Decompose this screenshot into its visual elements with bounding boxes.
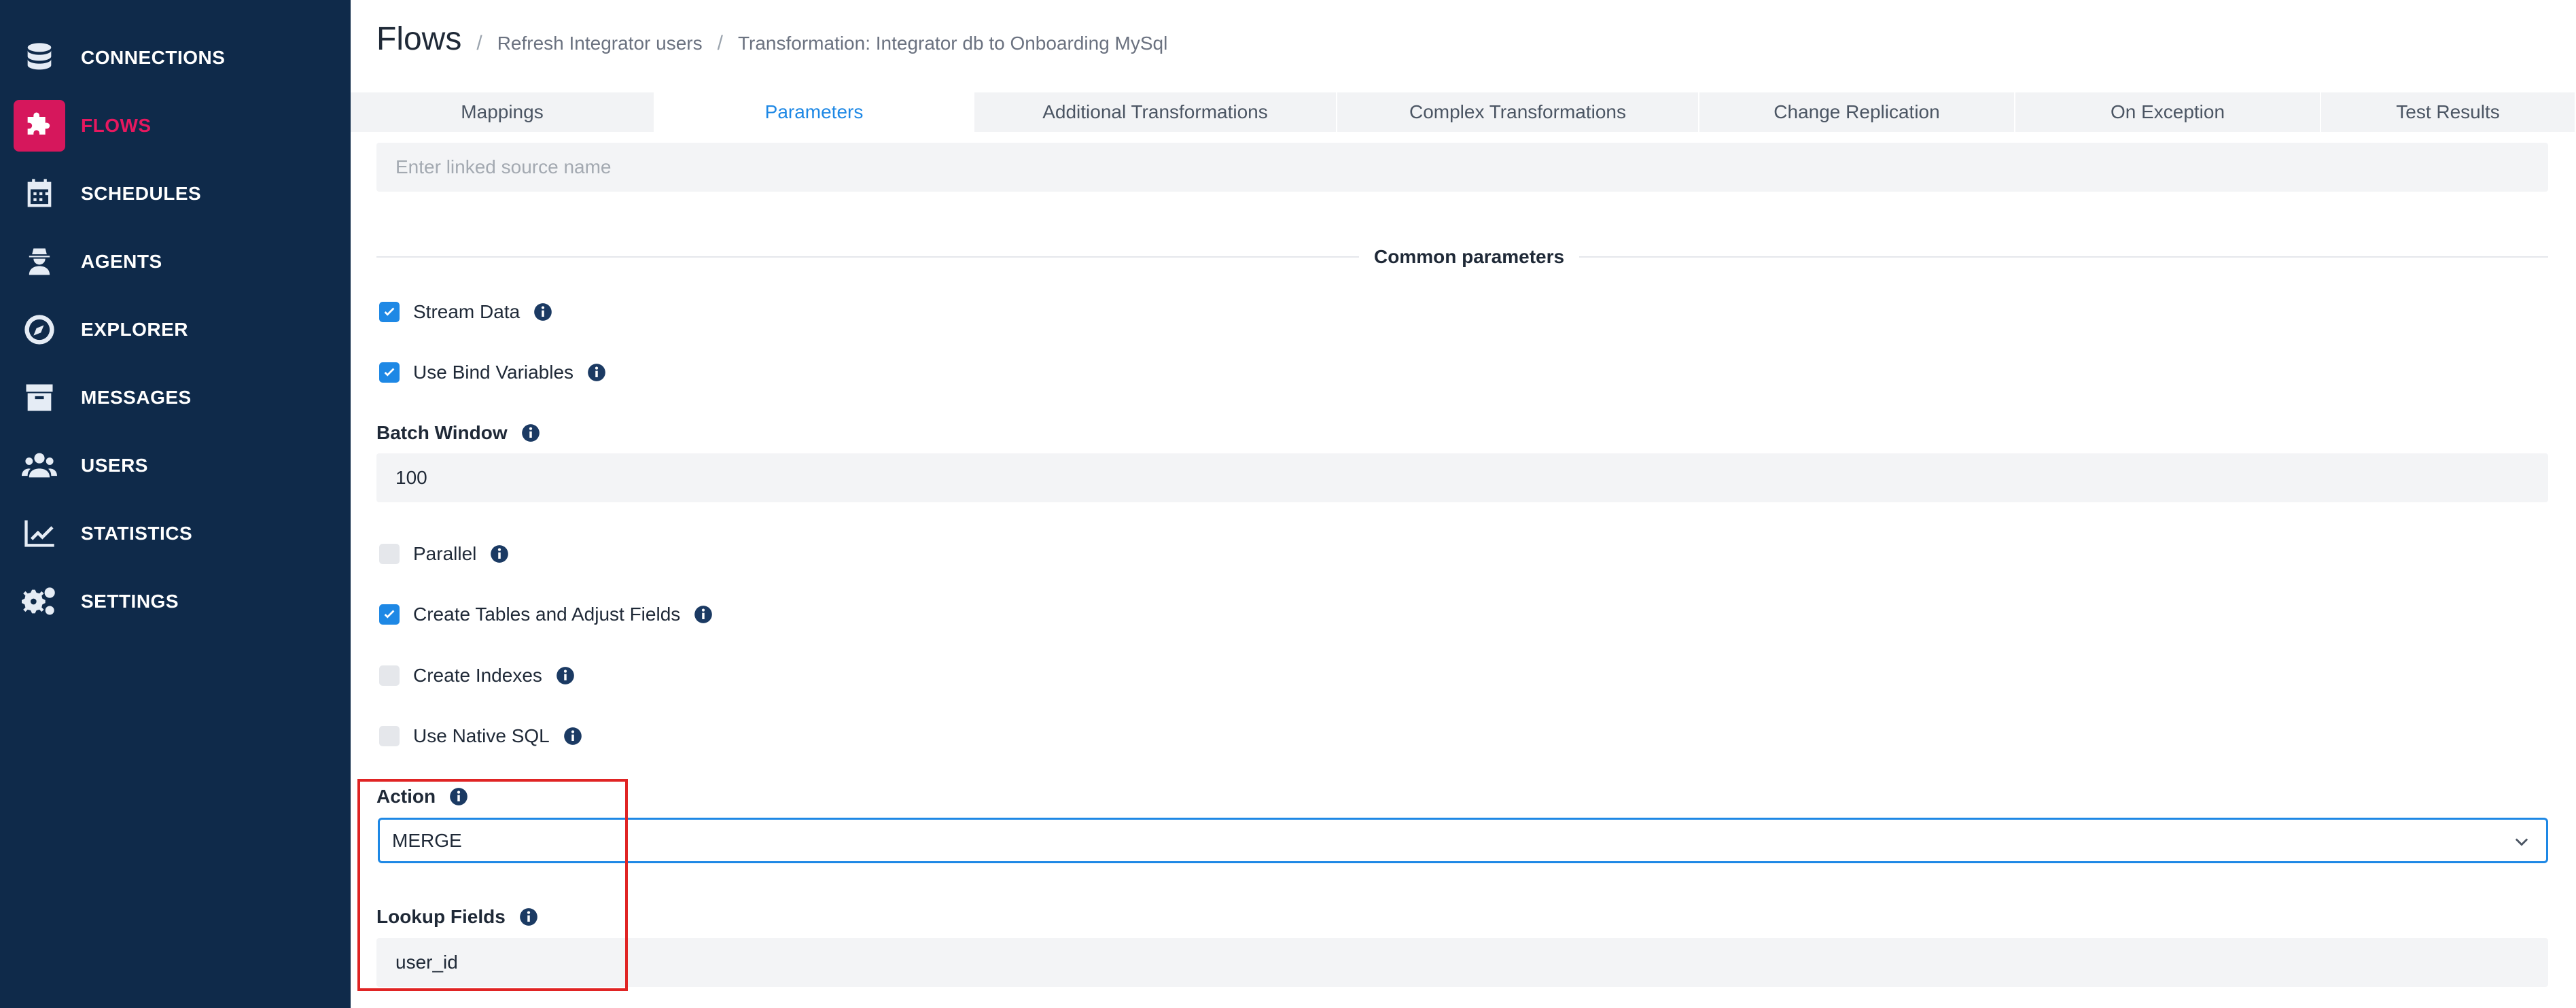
- breadcrumb-separator: /: [717, 32, 723, 54]
- page-title: Flows: [376, 21, 462, 57]
- breadcrumb: Flows / Refresh Integrator users / Trans…: [376, 20, 1167, 64]
- create-tables-row: Create Tables and Adjust Fields: [379, 601, 713, 628]
- users-icon: [14, 440, 65, 491]
- lookup-fields-field[interactable]: [376, 938, 2548, 987]
- parallel-checkbox[interactable]: [379, 544, 400, 564]
- use-bind-variables-label: Use Bind Variables: [413, 362, 574, 383]
- tab-test-results[interactable]: Test Results: [2321, 92, 2576, 132]
- batch-window-label-row: Batch Window: [376, 419, 540, 447]
- info-icon[interactable]: [563, 727, 582, 746]
- create-tables-checkbox[interactable]: [379, 604, 400, 625]
- parallel-label: Parallel: [413, 543, 477, 564]
- info-icon[interactable]: [521, 423, 540, 442]
- agent-icon: [14, 236, 65, 288]
- use-bind-variables-row: Use Bind Variables: [379, 359, 606, 386]
- create-tables-label: Create Tables and Adjust Fields: [413, 604, 681, 625]
- linked-source-field[interactable]: [376, 143, 2548, 192]
- sidebar-item-label: AGENTS: [81, 251, 162, 272]
- stream-data-checkbox[interactable]: [379, 302, 400, 322]
- sidebar-item-statistics[interactable]: STATISTICS: [14, 506, 337, 561]
- sidebar-item-label: SCHEDULES: [81, 183, 202, 204]
- sidebar-item-label: STATISTICS: [81, 523, 193, 544]
- batch-window-label: Batch Window: [376, 422, 508, 443]
- archive-icon: [14, 372, 65, 423]
- sidebar-item-messages[interactable]: MESSAGES: [14, 370, 337, 425]
- use-native-sql-label: Use Native SQL: [413, 725, 550, 746]
- info-icon[interactable]: [490, 544, 509, 563]
- tab-bar: Mappings Parameters Additional Transform…: [351, 92, 2576, 132]
- compass-icon: [14, 304, 65, 355]
- sidebar-item-label: USERS: [81, 455, 148, 476]
- gears-icon: [14, 576, 65, 627]
- puzzle-icon: [14, 100, 65, 152]
- tab-change-replication[interactable]: Change Replication: [1699, 92, 2015, 132]
- action-select[interactable]: MERGE: [378, 818, 2548, 863]
- calendar-icon: [14, 168, 65, 220]
- sidebar-item-users[interactable]: USERS: [14, 438, 337, 493]
- main-content: Flows / Refresh Integrator users / Trans…: [351, 0, 2576, 1008]
- create-indexes-checkbox[interactable]: [379, 665, 400, 686]
- use-native-sql-row: Use Native SQL: [379, 723, 582, 750]
- tab-on-exception[interactable]: On Exception: [2015, 92, 2321, 132]
- tab-complex-transformations[interactable]: Complex Transformations: [1337, 92, 1699, 132]
- tab-mappings[interactable]: Mappings: [351, 92, 655, 132]
- sidebar-item-connections[interactable]: CONNECTIONS: [14, 31, 337, 85]
- sidebar-item-flows[interactable]: FLOWS: [14, 99, 337, 153]
- sidebar-item-explorer[interactable]: EXPLORER: [14, 302, 337, 357]
- batch-window-input[interactable]: [395, 467, 2548, 489]
- database-icon: [14, 32, 65, 84]
- breadcrumb-item-flow[interactable]: Refresh Integrator users: [497, 33, 703, 54]
- sidebar-item-label: MESSAGES: [81, 387, 192, 408]
- create-indexes-row: Create Indexes: [379, 662, 575, 689]
- parallel-row: Parallel: [379, 540, 509, 568]
- info-icon[interactable]: [556, 666, 575, 685]
- sidebar-item-label: EXPLORER: [81, 319, 189, 340]
- sidebar-item-schedules[interactable]: SCHEDULES: [14, 167, 337, 221]
- info-icon[interactable]: [694, 605, 713, 624]
- tab-additional-transformations[interactable]: Additional Transformations: [974, 92, 1337, 132]
- sidebar-item-label: CONNECTIONS: [81, 47, 226, 68]
- batch-window-field[interactable]: [376, 453, 2548, 502]
- sidebar-item-agents[interactable]: AGENTS: [14, 234, 337, 289]
- info-icon[interactable]: [587, 363, 606, 382]
- chart-line-icon: [14, 508, 65, 559]
- chevron-down-icon: [2515, 838, 2528, 846]
- section-heading: Common parameters: [1359, 246, 1580, 268]
- lookup-fields-input[interactable]: [395, 952, 2548, 973]
- create-indexes-label: Create Indexes: [413, 665, 542, 686]
- sidebar: CONNECTIONS FLOWS SCHEDULES AGENTS EXPLO…: [0, 0, 351, 1008]
- sidebar-item-label: SETTINGS: [81, 591, 179, 612]
- use-bind-variables-checkbox[interactable]: [379, 362, 400, 383]
- linked-source-input[interactable]: [395, 156, 2548, 178]
- stream-data-row: Stream Data: [379, 298, 552, 326]
- breadcrumb-item-transformation[interactable]: Transformation: Integrator db to Onboard…: [738, 33, 1167, 54]
- info-icon[interactable]: [533, 302, 552, 321]
- stream-data-label: Stream Data: [413, 301, 521, 322]
- sidebar-item-label: FLOWS: [81, 115, 152, 136]
- use-native-sql-checkbox[interactable]: [379, 726, 400, 746]
- tab-parameters[interactable]: Parameters: [655, 92, 974, 132]
- breadcrumb-separator: /: [476, 32, 482, 54]
- sidebar-item-settings[interactable]: SETTINGS: [14, 574, 337, 629]
- highlight-box: [357, 779, 628, 991]
